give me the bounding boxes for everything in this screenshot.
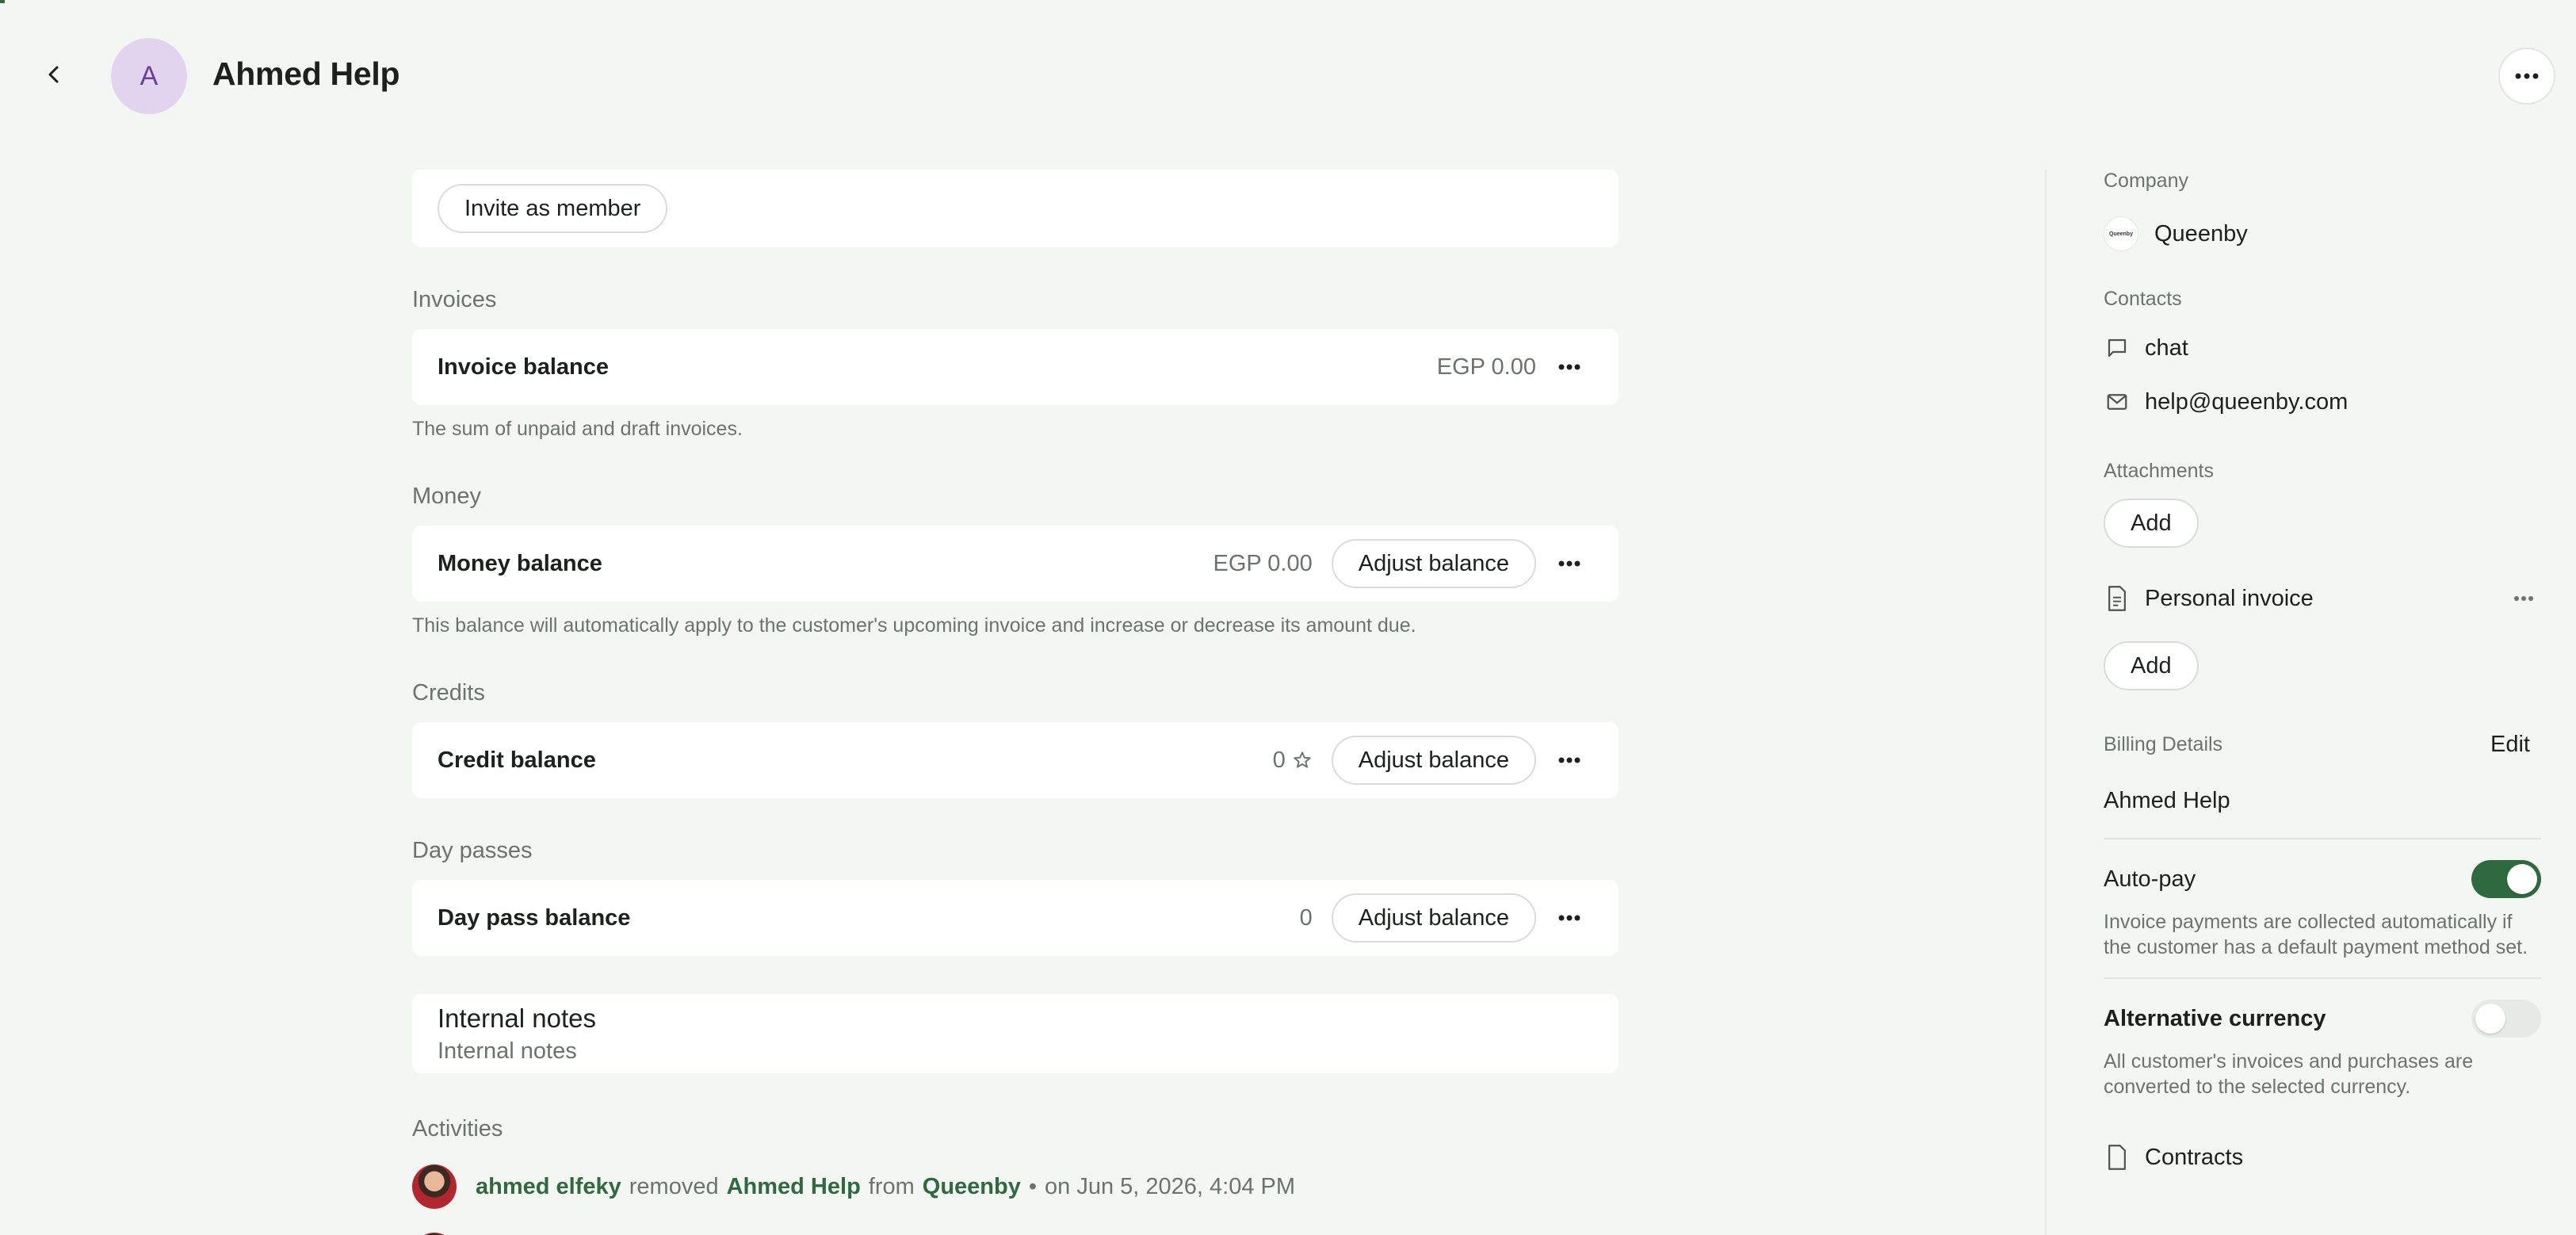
invoice-balance-card: Invoice balance EGP 0.00	[412, 329, 1619, 405]
contracts-row[interactable]: Contracts	[2104, 1144, 2541, 1171]
credit-balance-title: Credit balance	[438, 747, 596, 773]
autopay-row: Auto-pay	[2104, 860, 2541, 898]
activity-prep: from	[868, 1173, 915, 1199]
personal-invoice-row[interactable]: Personal invoice	[2104, 581, 2541, 616]
credit-balance-value: 0	[1272, 747, 1286, 773]
money-section-label: Money	[412, 484, 482, 509]
autopay-label: Auto-pay	[2104, 866, 2196, 892]
money-balance-title: Money balance	[438, 550, 602, 576]
more-horizontal-icon	[2515, 73, 2539, 79]
add-attachment-button[interactable]: Add	[2104, 499, 2199, 548]
billing-edit-button[interactable]: Edit	[2490, 732, 2530, 758]
document-icon	[2104, 1144, 2131, 1171]
invoice-helper-text: The sum of unpaid and draft invoices.	[412, 418, 743, 440]
chevron-left-icon	[48, 66, 59, 83]
invoice-more-button[interactable]	[1546, 343, 1593, 391]
personal-invoice-label-group: Personal invoice	[2104, 585, 2314, 612]
toggle-knob	[2475, 1004, 2505, 1034]
personal-invoice-title: Personal invoice	[2145, 585, 2314, 611]
contact-chat[interactable]: chat	[2145, 335, 2188, 361]
company-row[interactable]: Queenby Queenby	[2104, 216, 2541, 251]
personal-invoice-more-button[interactable]	[2506, 581, 2541, 616]
billing-details-label: Billing Details	[2104, 733, 2223, 755]
avatar: A	[111, 38, 187, 114]
day-pass-balance-card: Day pass balance 0 Adjust balance	[412, 880, 1619, 956]
contact-email[interactable]: help@queenby.com	[2145, 389, 2348, 415]
more-horizontal-icon	[1558, 364, 1580, 370]
more-horizontal-icon	[2514, 596, 2533, 601]
credit-balance-card: Credit balance 0 Adjust balance	[412, 722, 1619, 798]
mail-icon	[2104, 388, 2131, 415]
company-name[interactable]: Queenby	[2154, 221, 2248, 247]
top-accent	[0, 0, 5, 3]
contacts-label: Contacts	[2104, 288, 2182, 310]
alt-currency-toggle[interactable]	[2471, 1000, 2541, 1038]
credit-balance-value-group: 0	[1273, 748, 1313, 774]
page-title: Ahmed Help	[212, 55, 400, 92]
toggle-knob	[2507, 864, 2537, 894]
activity-item: ahmed elfeky removed Ahmed Help from Que…	[412, 1164, 1619, 1209]
daypasses-section-label: Day passes	[412, 838, 533, 863]
contact-chat-row[interactable]: chat	[2104, 335, 2541, 361]
autopay-description: Invoice payments are collected automatic…	[2104, 911, 2528, 958]
money-balance-card: Money balance EGP 0.00 Adjust balance	[412, 526, 1619, 602]
company-logo-text: Queenby	[2109, 231, 2133, 237]
more-horizontal-icon	[1558, 915, 1580, 921]
more-options-button[interactable]	[2498, 48, 2555, 105]
company-label: Company	[2104, 170, 2188, 192]
money-balance-value: EGP 0.00	[1213, 550, 1313, 576]
invite-card: Invite as member	[412, 170, 1619, 247]
autopay-toggle[interactable]	[2471, 860, 2541, 898]
activities-section-label: Activities	[412, 1116, 503, 1141]
activity-avatar	[412, 1164, 457, 1209]
day-pass-balance-value: 0	[1299, 904, 1313, 931]
billing-name: Ahmed Help	[2104, 788, 2230, 813]
attachments-label: Attachments	[2104, 460, 2214, 482]
document-icon	[2104, 585, 2131, 612]
contact-email-row[interactable]: help@queenby.com	[2104, 388, 2541, 415]
star-icon	[1294, 751, 1311, 768]
billing-header: Billing Details Edit	[2104, 732, 2541, 758]
activity-actor[interactable]: ahmed elfeky	[476, 1174, 621, 1200]
more-horizontal-icon	[1558, 560, 1580, 567]
day-pass-more-button[interactable]	[1546, 894, 1593, 942]
more-horizontal-icon	[1558, 757, 1580, 763]
activity-timestamp: on Jun 5, 2026, 4:04 PM	[1045, 1173, 1296, 1199]
invoice-balance-title: Invoice balance	[438, 354, 609, 380]
main-column: Invite as member Invoices Invoice balanc…	[412, 170, 1619, 1235]
chat-icon	[2104, 335, 2131, 361]
invite-as-member-button[interactable]: Invite as member	[438, 184, 668, 233]
adjust-money-balance-button[interactable]: Adjust balance	[1331, 539, 1536, 588]
back-button[interactable]	[36, 57, 71, 92]
internal-notes-card[interactable]: Internal notes Internal notes	[412, 994, 1619, 1073]
alt-currency-label: Alternative currency	[2104, 1005, 2326, 1031]
company-logo: Queenby	[2104, 216, 2138, 251]
activity-verb: removed	[629, 1173, 719, 1199]
divider	[2104, 838, 2541, 839]
sidebar-divider	[2045, 170, 2047, 1235]
activity-bullet: •	[1028, 1173, 1038, 1199]
activity-subject[interactable]: Ahmed Help	[727, 1174, 861, 1200]
day-pass-balance-title: Day pass balance	[438, 904, 631, 931]
customer-page: A Ahmed Help Invite as member Invoices I…	[0, 0, 2576, 1235]
internal-notes-title: Internal notes	[438, 1003, 596, 1033]
adjust-day-pass-balance-button[interactable]: Adjust balance	[1331, 893, 1536, 942]
invoices-section-label: Invoices	[412, 287, 497, 312]
details-sidebar: Company Queenby Queenby Contacts chat he…	[2104, 170, 2541, 1171]
divider	[2104, 977, 2541, 979]
internal-notes-input[interactable]: Internal notes	[438, 1038, 577, 1065]
contracts-label: Contracts	[2145, 1144, 2244, 1170]
alt-currency-row: Alternative currency	[2104, 1000, 2541, 1038]
add-personal-invoice-button[interactable]: Add	[2104, 641, 2199, 690]
alt-currency-description: All customer's invoices and purchases ar…	[2104, 1050, 2474, 1098]
credit-more-button[interactable]	[1546, 736, 1593, 784]
activity-target[interactable]: Queenby	[923, 1174, 1021, 1200]
money-helper-text: This balance will automatically apply to…	[412, 614, 1416, 637]
money-more-button[interactable]	[1546, 540, 1593, 587]
credits-section-label: Credits	[412, 680, 485, 705]
invoice-balance-value: EGP 0.00	[1436, 354, 1536, 380]
adjust-credit-balance-button[interactable]: Adjust balance	[1331, 736, 1536, 785]
